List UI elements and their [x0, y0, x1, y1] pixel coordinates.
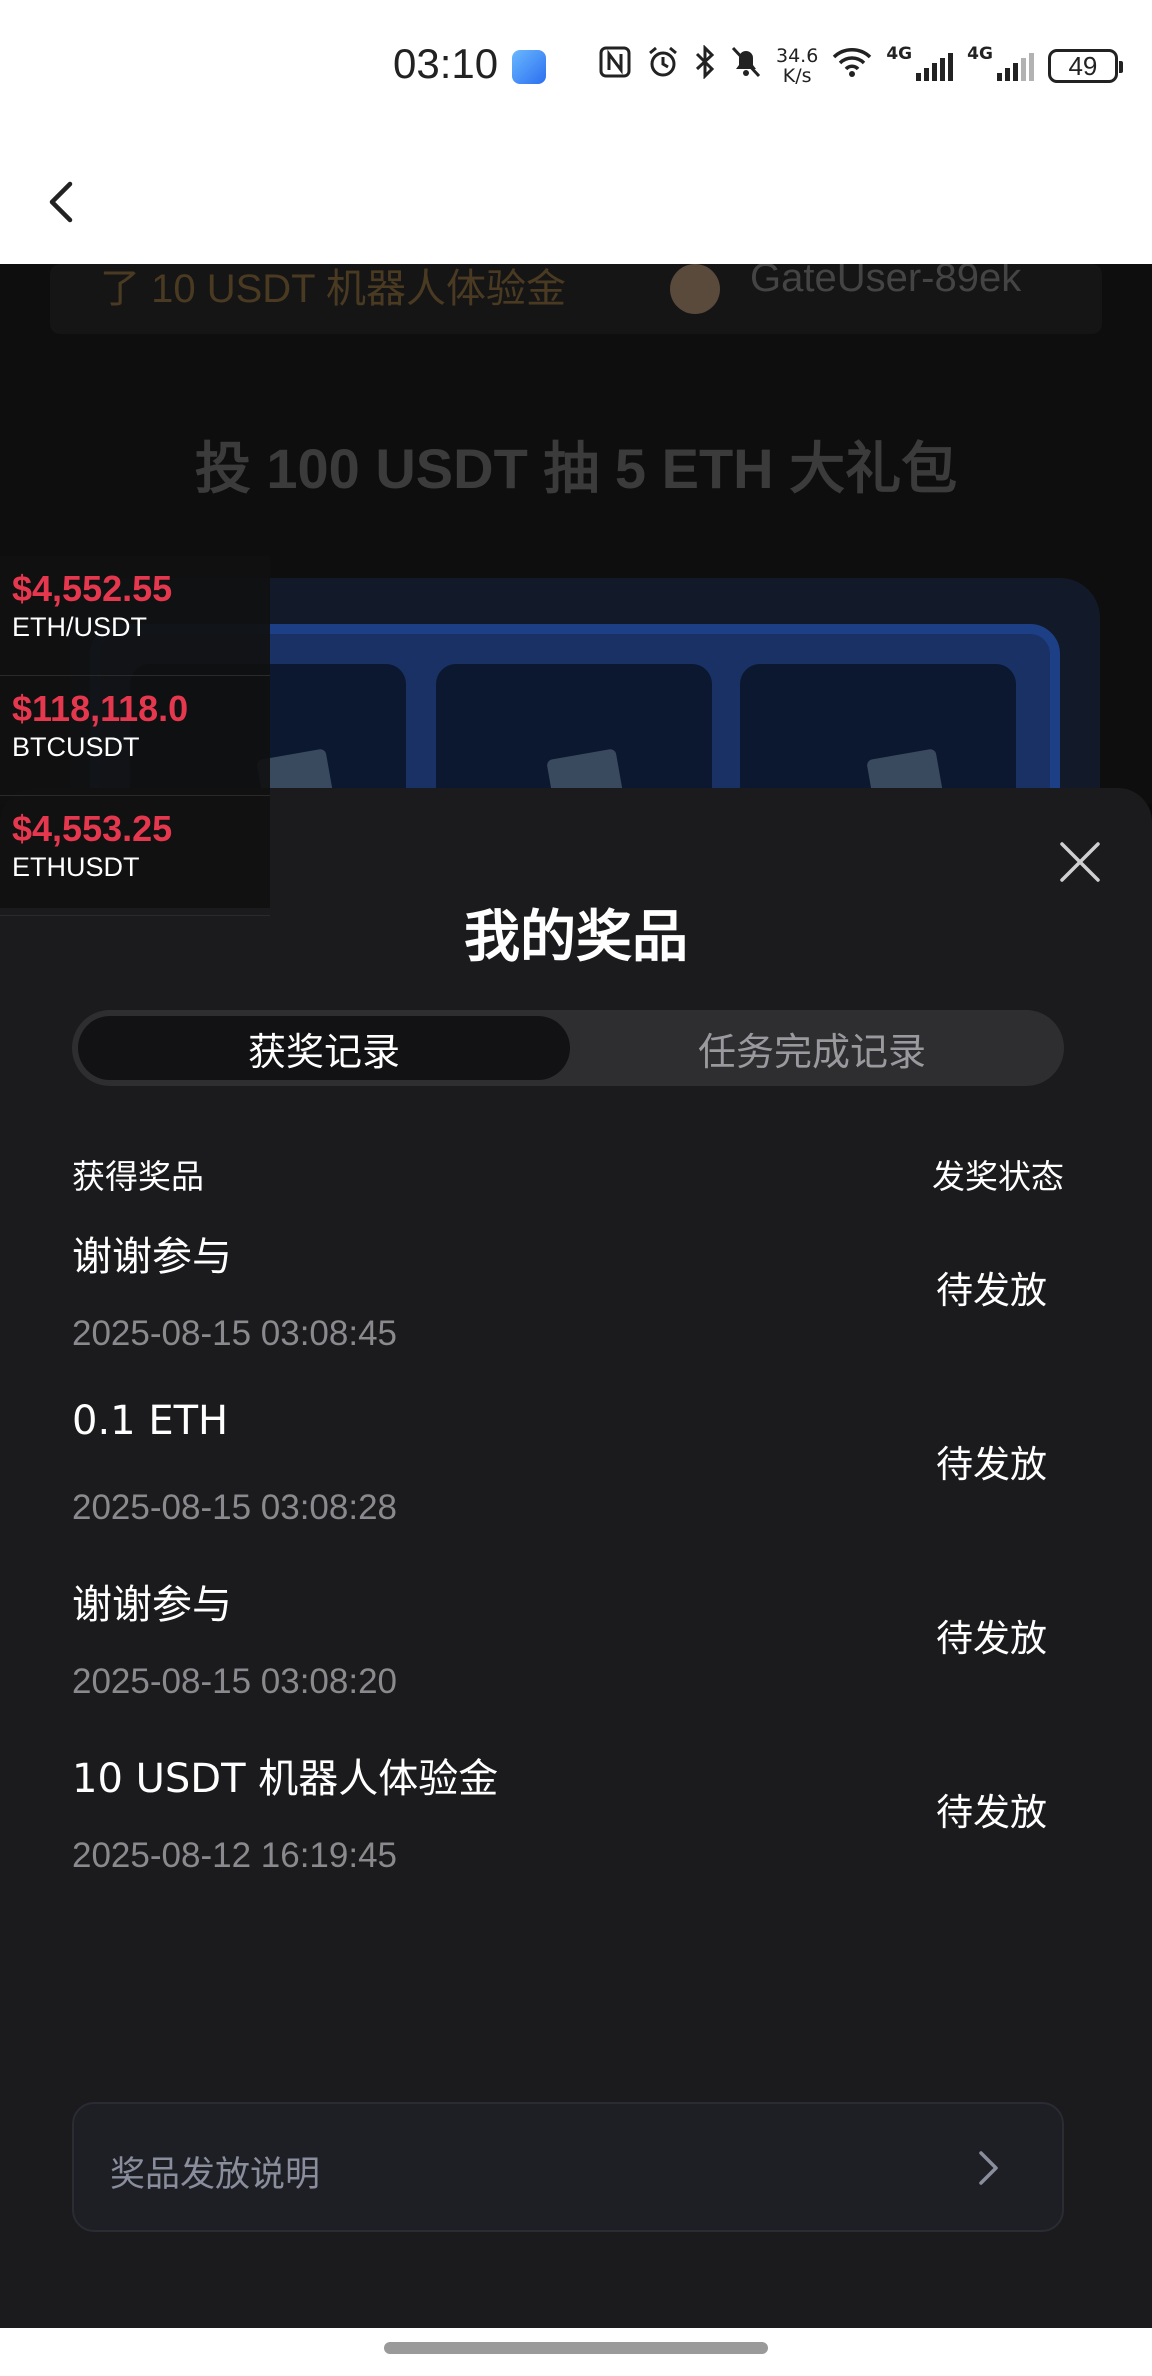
prize-status: 待发放 [936, 1269, 1047, 1312]
nfc-icon [598, 45, 632, 87]
ticker-price: $118,118.0 [12, 688, 189, 729]
bluetooth-icon [694, 44, 716, 87]
net-speed-value: 34.6 [776, 45, 819, 67]
banner-text: 了 10 USDT 机器人体验金 [100, 267, 566, 311]
winner-banner: 了 10 USDT 机器人体验金 GateUser-89ek [50, 264, 1102, 334]
column-header-status: 发奖状态 [932, 1157, 1064, 1196]
nav-header [0, 136, 1152, 264]
network-type-1: 4G [886, 44, 913, 64]
list-item: 0.1 ETH 2025-08-15 03:08:28 待发放 [0, 1398, 1152, 1572]
prize-status: 待发放 [936, 1617, 1047, 1660]
battery-level: 49 [1068, 50, 1098, 81]
prize-name: 10 USDT 机器人体验金 [72, 1756, 499, 1802]
prize-time: 2025-08-12 16:19:45 [72, 1836, 397, 1875]
banner-user: GateUser-89ek [750, 264, 1022, 300]
prize-status: 待发放 [936, 1791, 1047, 1834]
price-ticker[interactable]: $4,552.55 ETH/USDT $118,118.0 BTCUSDT $4… [0, 556, 270, 916]
my-prizes-sheet: 我的奖品 获奖记录 任务完成记录 获得奖品 发奖状态 谢谢参与 2025-08-… [0, 788, 1152, 2328]
status-time: 03:10 [393, 40, 499, 87]
network-type-2: 4G [967, 44, 993, 64]
ticker-pair: ETHUSDT [12, 852, 140, 882]
chevron-right-icon [979, 2151, 998, 2185]
prize-time: 2025-08-15 03:08:45 [72, 1314, 397, 1353]
list-item: 谢谢参与 2025-08-15 03:08:20 待发放 [0, 1572, 1152, 1746]
tab-prize-records[interactable]: 获奖记录 [78, 1016, 570, 1080]
status-bar: 03:10 34.6 K/s 4G 4G 49 [0, 0, 1152, 136]
prize-name: 0.1 ETH [72, 1398, 229, 1444]
battery-icon: 49 [1047, 49, 1123, 83]
promo-title: 投 100 USDT 抽 5 ETH 大礼包 [194, 437, 958, 500]
prize-name: 谢谢参与 [72, 1582, 232, 1628]
ticker-price: $4,552.55 [12, 568, 173, 609]
mute-icon [730, 45, 762, 87]
chevron-left-icon [49, 181, 73, 223]
signal-icon [916, 51, 954, 81]
net-speed: 34.6 K/s [776, 46, 818, 86]
home-indicator-area [0, 2328, 1152, 2376]
list-item: 谢谢参与 2025-08-15 03:08:45 待发放 [0, 1224, 1152, 1398]
column-header-prize: 获得奖品 [72, 1157, 204, 1196]
page: 03:10 34.6 K/s 4G 4G 49 了 10 USDT 机器人体验金… [0, 0, 1152, 2376]
stocks-app-icon [512, 50, 546, 84]
wifi-icon [832, 46, 872, 86]
prize-status: 待发放 [936, 1443, 1047, 1486]
net-speed-unit: K/s [782, 65, 812, 87]
tab-task-records[interactable]: 任务完成记录 [566, 1016, 1058, 1080]
ticker-pair: BTCUSDT [12, 732, 140, 762]
prize-distribution-info-button[interactable]: 奖品发放说明 [72, 2102, 1064, 2232]
ticker-price: $4,553.25 [12, 808, 173, 849]
avatar [670, 264, 720, 314]
prize-name: 谢谢参与 [72, 1234, 232, 1280]
ticker-item[interactable]: $4,552.55 ETH/USDT [0, 556, 270, 676]
prize-time: 2025-08-15 03:08:20 [72, 1662, 397, 1701]
back-button[interactable] [38, 166, 88, 236]
list-item: 10 USDT 机器人体验金 2025-08-12 16:19:45 待发放 [0, 1746, 1152, 1920]
info-label: 奖品发放说明 [110, 2155, 321, 2195]
close-icon [1060, 842, 1100, 882]
signal-icon [996, 51, 1034, 81]
status-icons: 34.6 K/s 4G 4G 49 [598, 44, 1123, 88]
ticker-pair: ETH/USDT [12, 612, 147, 642]
home-indicator[interactable] [384, 2342, 768, 2354]
close-button[interactable] [1056, 838, 1104, 886]
alarm-icon [646, 45, 680, 87]
prize-time: 2025-08-15 03:08:28 [72, 1488, 397, 1527]
ticker-item[interactable]: $4,553.25 ETHUSDT [0, 796, 270, 916]
tab-bar: 获奖记录 任务完成记录 [72, 1010, 1064, 1086]
ticker-item[interactable]: $118,118.0 BTCUSDT [0, 676, 270, 796]
